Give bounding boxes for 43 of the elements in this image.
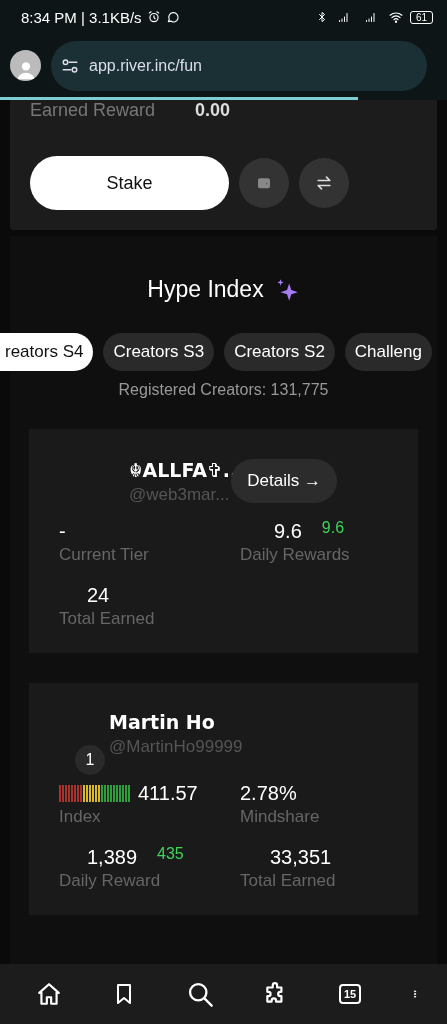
stat-label: Mindshare — [240, 807, 321, 827]
stat-value: 9.6 — [274, 519, 302, 543]
home-icon[interactable] — [36, 981, 62, 1007]
creator-handle: @web3mar... — [129, 485, 231, 505]
tabs-button[interactable]: 15 — [339, 984, 362, 1004]
section-title: Hype Index — [147, 276, 264, 303]
profile-avatar[interactable] — [10, 50, 41, 81]
season-tab[interactable]: Creators S3 — [103, 333, 215, 371]
creator-name: Martin Ho — [109, 711, 216, 733]
stat-label: Index — [59, 807, 102, 827]
wallet-button[interactable] — [239, 158, 289, 208]
details-button[interactable]: Details → — [231, 459, 337, 503]
battery-indicator: 61 — [409, 10, 433, 24]
stat-value: 1,389 — [87, 845, 138, 869]
swap-button[interactable] — [299, 158, 349, 208]
alarm-icon — [146, 10, 161, 24]
creator-handle: @MartinHo99999 — [109, 737, 243, 757]
tune-icon — [61, 56, 79, 75]
address-field[interactable]: app.river.inc/fun — [51, 40, 427, 91]
stat-change: 9.6 — [321, 519, 345, 537]
stat-value: 411.57 — [138, 781, 198, 805]
stat-label: Total Earned — [59, 609, 156, 629]
stat-value: 24 — [87, 583, 110, 607]
stat-value: - — [59, 519, 66, 543]
stat-label: Daily Rewards — [240, 545, 351, 565]
reward-label: Earned Reward — [30, 100, 156, 121]
status-time: 8:34 PM | 3.1KB/s — [21, 8, 142, 26]
season-tab[interactable]: reators S4 — [0, 333, 94, 371]
season-tab[interactable]: Challeng — [344, 333, 432, 371]
stake-button[interactable]: Stake — [30, 156, 229, 210]
stat-value: 33,351 — [270, 845, 332, 869]
wallet-icon — [256, 175, 272, 191]
stat-value: 2.78% — [240, 781, 297, 805]
reward-value: 0.00 — [195, 100, 231, 121]
swap-icon — [314, 173, 334, 193]
rank-badge: 1 — [75, 745, 105, 775]
registered-count: Registered Creators: 131,775 — [118, 381, 329, 399]
stat-change: 435 — [157, 845, 184, 863]
stat-label: Total Earned — [240, 871, 337, 891]
season-tab[interactable]: Creators S2 — [224, 333, 335, 371]
chat-icon — [165, 10, 180, 24]
stat-label: Current Tier — [59, 545, 150, 565]
stat-label: Daily Reward — [59, 871, 162, 891]
